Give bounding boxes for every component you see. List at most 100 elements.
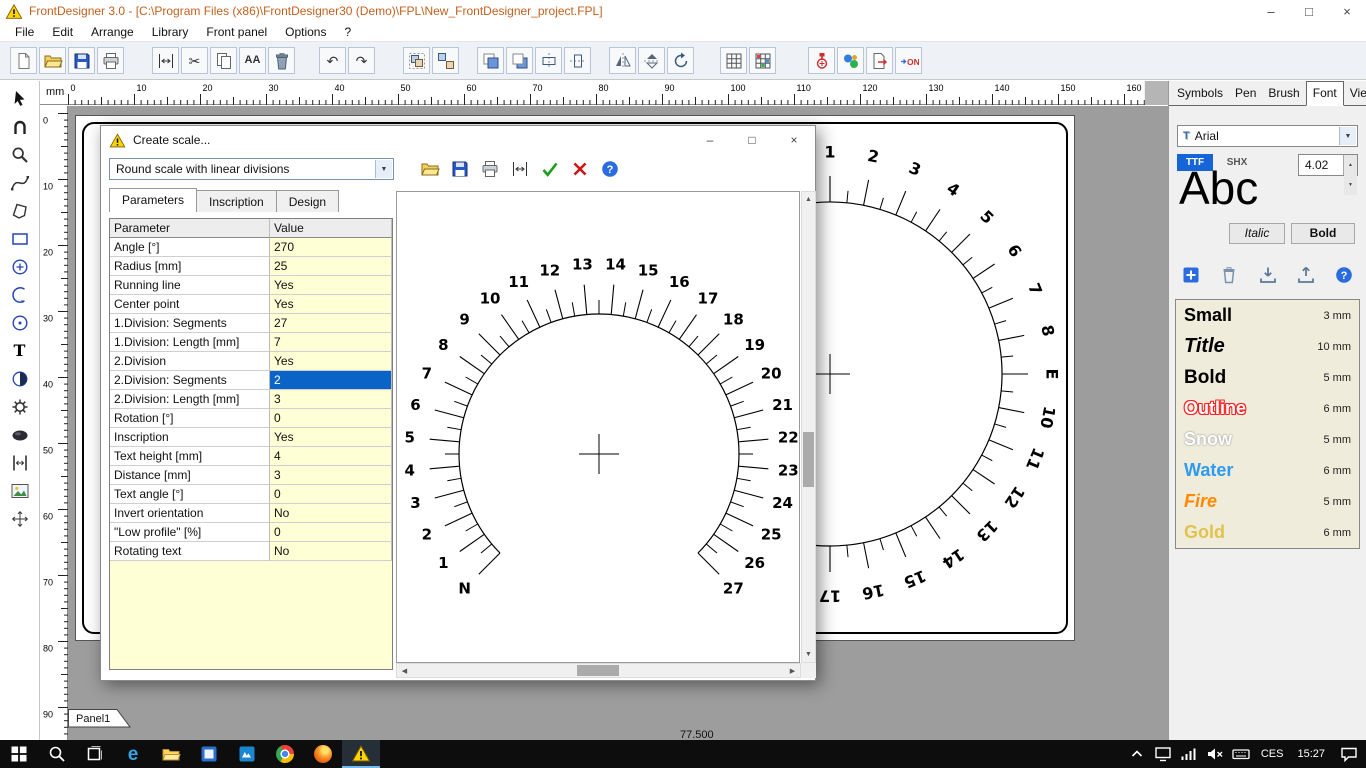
tab-view[interactable]: View [1344,81,1366,105]
text-tool[interactable]: T [6,338,34,364]
rotate-tool[interactable] [6,114,34,140]
font-select[interactable]: T Arial ▼ [1177,125,1358,147]
font-size-spinner[interactable]: 4.02 ▲ ▼ [1298,154,1358,176]
open-scale-button[interactable] [416,156,443,183]
taskbar-task-view-button[interactable] [76,740,114,768]
param-value[interactable]: 7 [270,333,392,352]
param-value[interactable]: 270 [270,238,392,257]
export-panel-button[interactable] [866,47,893,74]
scroll-left-icon[interactable]: ◀ [397,664,412,677]
font-style-outline[interactable]: Outline6 mm [1176,393,1359,424]
scale-type-select[interactable]: Round scale with linear divisions ▼ [109,158,394,180]
apply-button[interactable] [536,156,563,183]
tab-parameters[interactable]: Parameters [109,188,197,212]
scroll-up-icon[interactable]: ▲ [802,192,815,207]
send-to-back-button[interactable] [506,47,533,74]
param-value[interactable]: Yes [270,352,392,371]
taskbar-file-explorer-button[interactable] [152,740,190,768]
preview-vertical-scrollbar[interactable]: ▲ ▼ [801,191,816,663]
param-value[interactable]: 4 [270,447,392,466]
menu-options[interactable]: Options [276,22,335,41]
minimize-button[interactable]: – [1252,0,1290,22]
save-button[interactable] [68,47,95,74]
param-value[interactable]: No [270,542,392,561]
bring-to-front-button[interactable] [477,47,504,74]
close-button[interactable]: × [1328,0,1366,22]
tab-pen[interactable]: Pen [1229,81,1262,105]
dialog-minimize-button[interactable]: – [689,126,731,153]
zoom-tool[interactable] [6,142,34,168]
param-value[interactable]: 3 [270,466,392,485]
maximize-button[interactable]: □ [1290,0,1328,22]
style-help-button[interactable]: ? [1332,263,1356,287]
taskbar-app-blue-1-button[interactable] [190,740,228,768]
new-button[interactable] [10,47,37,74]
fit-scale-button[interactable] [506,156,533,183]
param-name[interactable]: Distance [mm] [110,466,270,485]
param-value[interactable]: 0 [270,523,392,542]
font-style-bold[interactable]: Bold5 mm [1176,362,1359,393]
taskbar-start-button[interactable] [0,740,38,768]
save-scale-button[interactable] [446,156,473,183]
param-name[interactable]: "Low profile" [%] [110,523,270,542]
select-tool[interactable] [6,86,34,112]
tab-brush[interactable]: Brush [1262,81,1305,105]
scale-preview[interactable]: N123456789101112131415161718192021222324… [396,191,800,663]
delete-button[interactable] [268,47,295,74]
taskbar-edge-button[interactable]: e [114,740,152,768]
param-value[interactable]: Yes [270,276,392,295]
arc-tool[interactable] [6,282,34,308]
add-style-button[interactable] [1179,263,1203,287]
font-style-gold[interactable]: Gold6 mm [1176,517,1359,548]
spin-up-icon[interactable]: ▲ [1344,155,1357,175]
menu-arrange[interactable]: Arrange [82,22,143,41]
tab-font[interactable]: Font [1306,81,1344,106]
clock[interactable]: 15:27 [1290,748,1332,760]
drill-colors-button[interactable] [837,47,864,74]
copy-button[interactable] [210,47,237,74]
param-value[interactable]: 3 [270,390,392,409]
move-style-up-button[interactable] [1294,263,1318,287]
param-name[interactable]: Radius [mm] [110,257,270,276]
chevron-down-icon[interactable]: ▼ [375,160,392,178]
param-value[interactable]: 27 [270,314,392,333]
param-name[interactable]: Rotation [°] [110,409,270,428]
taskbar-frontdesigner-button[interactable] [342,740,380,768]
horizontal-scroll-thumb[interactable] [577,665,619,676]
chevron-down-icon[interactable]: ▼ [1339,127,1356,145]
grid-button[interactable] [720,47,747,74]
help-button[interactable]: ? [596,156,623,183]
param-name[interactable]: Running line [110,276,270,295]
taskbar-chrome-button[interactable] [266,740,304,768]
italic-button[interactable]: Italic [1229,223,1285,244]
filled-ellipse-tool[interactable] [6,422,34,448]
font-style-title[interactable]: Title10 mm [1176,331,1359,362]
move-style-down-button[interactable] [1256,263,1280,287]
circle-point-tool[interactable] [6,310,34,336]
center-horizontal-button[interactable] [535,47,562,74]
rectangle-tool[interactable] [6,226,34,252]
param-value[interactable]: No [270,504,392,523]
tray-display-button[interactable] [1150,740,1176,768]
drill-holes-button[interactable] [808,47,835,74]
menu-file[interactable]: File [6,22,43,41]
delete-style-button[interactable] [1217,263,1241,287]
taskbar-firefox-button[interactable] [304,740,342,768]
flip-vertical-button[interactable] [638,47,665,74]
circle-plus-tool[interactable] [6,254,34,280]
param-value[interactable]: Yes [270,295,392,314]
tab-symbols[interactable]: Symbols [1171,81,1229,105]
language-indicator[interactable]: CES [1254,748,1291,760]
menu-[interactable]: ? [335,22,360,41]
tab-design[interactable]: Design [276,190,339,212]
scroll-right-icon[interactable]: ▶ [785,664,800,677]
param-name[interactable]: Angle [°] [110,238,270,257]
find-button[interactable]: AA [239,47,266,74]
dimension-tool[interactable] [6,506,34,532]
rotate-90-button[interactable] [667,47,694,74]
dialog-maximize-button[interactable]: □ [731,126,773,153]
menu-library[interactable]: Library [143,22,198,41]
print-scale-button[interactable] [476,156,503,183]
font-style-water[interactable]: Water6 mm [1176,455,1359,486]
cut-button[interactable]: ✂ [181,47,208,74]
